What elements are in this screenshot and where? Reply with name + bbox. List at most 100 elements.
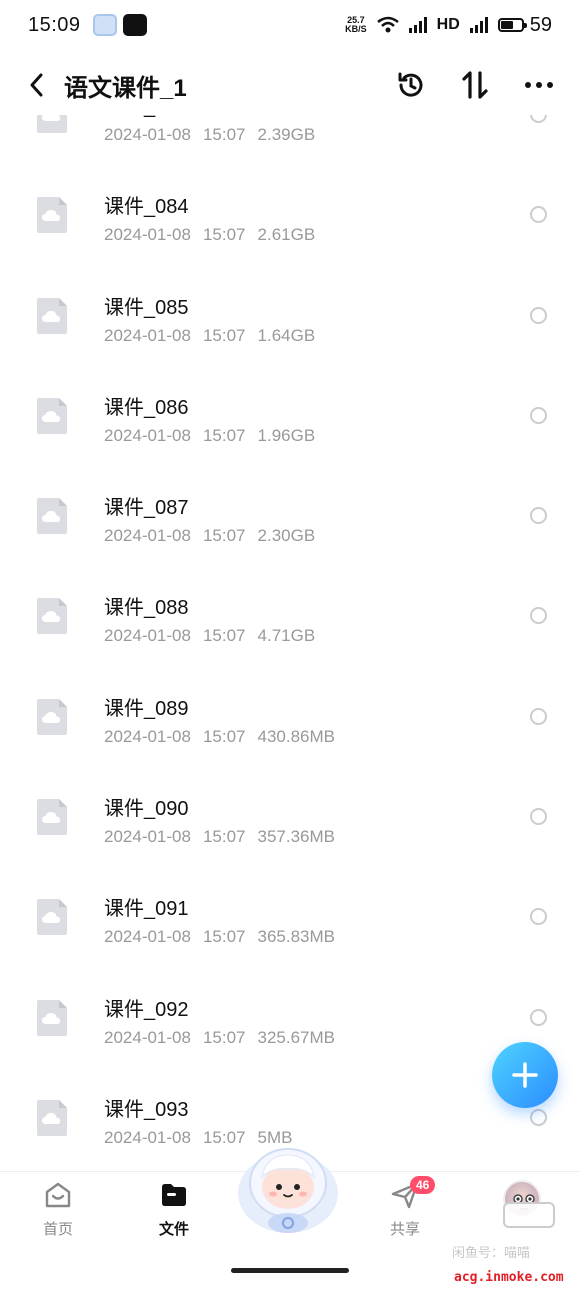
cloud-file-icon: [37, 115, 67, 133]
file-row[interactable]: 课件_091 2024-01-08 15:07 365.83MB: [0, 874, 580, 974]
status-app-icons: [92, 14, 147, 36]
file-meta: 2024-01-08 15:07 1.96GB: [104, 426, 315, 446]
nav-files-label: 文件: [158, 1221, 189, 1238]
file-row[interactable]: 课件_090 2024-01-08 15:07 357.36MB: [0, 774, 580, 874]
select-checkbox[interactable]: [530, 306, 547, 324]
mascot-icon: [238, 1148, 338, 1233]
battery-level: 59: [529, 13, 552, 36]
file-size: 1.64GB: [257, 325, 316, 345]
history-icon: [398, 72, 423, 97]
file-row[interactable]: 课件_084 2024-01-08 15:07 2.61GB: [0, 172, 580, 272]
watermark-text: 闲鱼号：喵喵: [452, 1245, 531, 1260]
history-button[interactable]: [394, 68, 428, 102]
file-row[interactable]: 课件_085 2024-01-08 15:07 1.64GB: [0, 273, 580, 373]
folder-icon: [162, 1184, 186, 1206]
file-row[interactable]: 课件_087 2024-01-08 15:07 2.30GB: [0, 473, 580, 573]
file-size: 2.30GB: [257, 526, 316, 546]
file-name: 课件_084: [104, 196, 189, 219]
select-checkbox[interactable]: [530, 1108, 547, 1126]
file-name: 课件_091: [104, 898, 189, 921]
file-meta: 2024-01-08 15:07 1.64GB: [104, 326, 315, 346]
mascot-button[interactable]: [236, 1141, 340, 1237]
more-icon: [525, 82, 553, 88]
signal-5g-icon: [408, 17, 427, 33]
battery-icon: [497, 18, 527, 32]
back-button[interactable]: [24, 70, 48, 100]
sort-button[interactable]: [458, 68, 492, 102]
file-name: 课件_083: [104, 115, 189, 119]
file-row[interactable]: 课件_088 2024-01-08 15:07 4.71GB: [0, 573, 580, 673]
file-meta: 2024-01-08 15:07 365.83MB: [104, 927, 335, 947]
wifi-icon: [376, 16, 399, 33]
cloud-file-icon: [37, 999, 67, 1036]
more-button[interactable]: [522, 68, 556, 102]
file-name: 课件_086: [104, 396, 189, 419]
select-checkbox[interactable]: [530, 406, 547, 424]
file-date: 2024-01-08: [104, 125, 191, 144]
nav-home[interactable]: 首页: [18, 1180, 98, 1239]
nav-files[interactable]: 文件: [134, 1180, 214, 1239]
file-row[interactable]: 课件_083 2024-01-08 15:07 2.39GB: [0, 115, 580, 172]
file-name: 课件_088: [104, 597, 189, 620]
file-row[interactable]: 课件_086 2024-01-08 15:07 1.96GB: [0, 373, 580, 473]
file-time: 15:07: [202, 827, 246, 847]
select-checkbox[interactable]: [530, 707, 547, 725]
nav-home-label: 首页: [42, 1221, 73, 1238]
select-checkbox[interactable]: [530, 507, 547, 525]
select-checkbox[interactable]: [530, 908, 547, 926]
cloud-file-icon: [37, 799, 67, 836]
select-checkbox[interactable]: [530, 607, 547, 625]
file-name: 课件_089: [104, 697, 189, 720]
select-checkbox[interactable]: [530, 115, 547, 123]
file-date: 2024-01-08: [104, 1127, 191, 1147]
chevron-left-icon: [30, 73, 43, 97]
file-meta: 2024-01-08 15:07 2.30GB: [104, 526, 315, 546]
cloud-file-icon: [37, 498, 67, 535]
select-checkbox[interactable]: [530, 1008, 547, 1026]
file-size: 365.83MB: [257, 927, 336, 947]
cloud-file-icon: [37, 397, 67, 434]
file-size: 357.36MB: [257, 827, 336, 847]
battery: 59: [497, 13, 552, 37]
header: 语文课件_1: [0, 55, 580, 115]
file-size: 2.61GB: [257, 225, 316, 245]
header-actions: [394, 68, 556, 102]
file-date: 2024-01-08: [104, 225, 191, 245]
home-icon: [45, 1182, 71, 1208]
cloud-file-icon: [37, 197, 67, 234]
bottom-nav: 首页 文件 46 共享 闲鱼号：喵喵 acg.inmoke.com: [0, 1148, 580, 1289]
page-title: 语文课件_1: [64, 74, 187, 102]
cloud-file-icon: [37, 899, 67, 936]
file-list-inner: 课件_083 2024-01-08 15:07 2.39GB 课件_084 20…: [0, 115, 580, 1171]
cloud-file-icon: [37, 297, 67, 334]
file-time: 15:07: [202, 125, 246, 144]
cloud-file-icon: [37, 598, 67, 635]
file-meta: 2024-01-08 15:07 430.86MB: [104, 727, 335, 747]
nav-share[interactable]: 46 共享: [365, 1176, 445, 1239]
plus-icon: [512, 1062, 538, 1088]
file-size: 2.39GB: [257, 125, 316, 144]
file-size: 1.96GB: [257, 425, 316, 445]
home-indicator[interactable]: [231, 1268, 349, 1273]
file-meta: 2024-01-08 15:07 325.67MB: [104, 1028, 335, 1048]
news-app-icon: [122, 14, 147, 36]
status-right: 25.7 KB/S HD 59: [345, 14, 552, 37]
file-time: 15:07: [202, 626, 246, 646]
file-name: 课件_093: [104, 1098, 189, 1121]
file-meta: 2024-01-08 15:07 2.39GB: [104, 125, 315, 145]
file-row[interactable]: 课件_089 2024-01-08 15:07 430.86MB: [0, 674, 580, 774]
file-time: 15:07: [202, 1027, 246, 1047]
file-meta: 2024-01-08 15:07 357.36MB: [104, 827, 335, 847]
file-list: 课件_083 2024-01-08 15:07 2.39GB 课件_084 20…: [0, 115, 580, 1171]
file-size: 430.86MB: [257, 726, 336, 746]
watermark-url: acg.inmoke.com: [454, 1270, 564, 1285]
file-time: 15:07: [202, 425, 246, 445]
select-checkbox[interactable]: [530, 808, 547, 826]
select-checkbox[interactable]: [530, 206, 547, 224]
file-name: 课件_092: [104, 998, 189, 1021]
file-row[interactable]: 课件_092 2024-01-08 15:07 325.67MB: [0, 975, 580, 1075]
file-size: 325.67MB: [257, 1027, 336, 1047]
add-button[interactable]: [492, 1042, 558, 1108]
file-name: 课件_090: [104, 798, 189, 821]
file-date: 2024-01-08: [104, 325, 191, 345]
